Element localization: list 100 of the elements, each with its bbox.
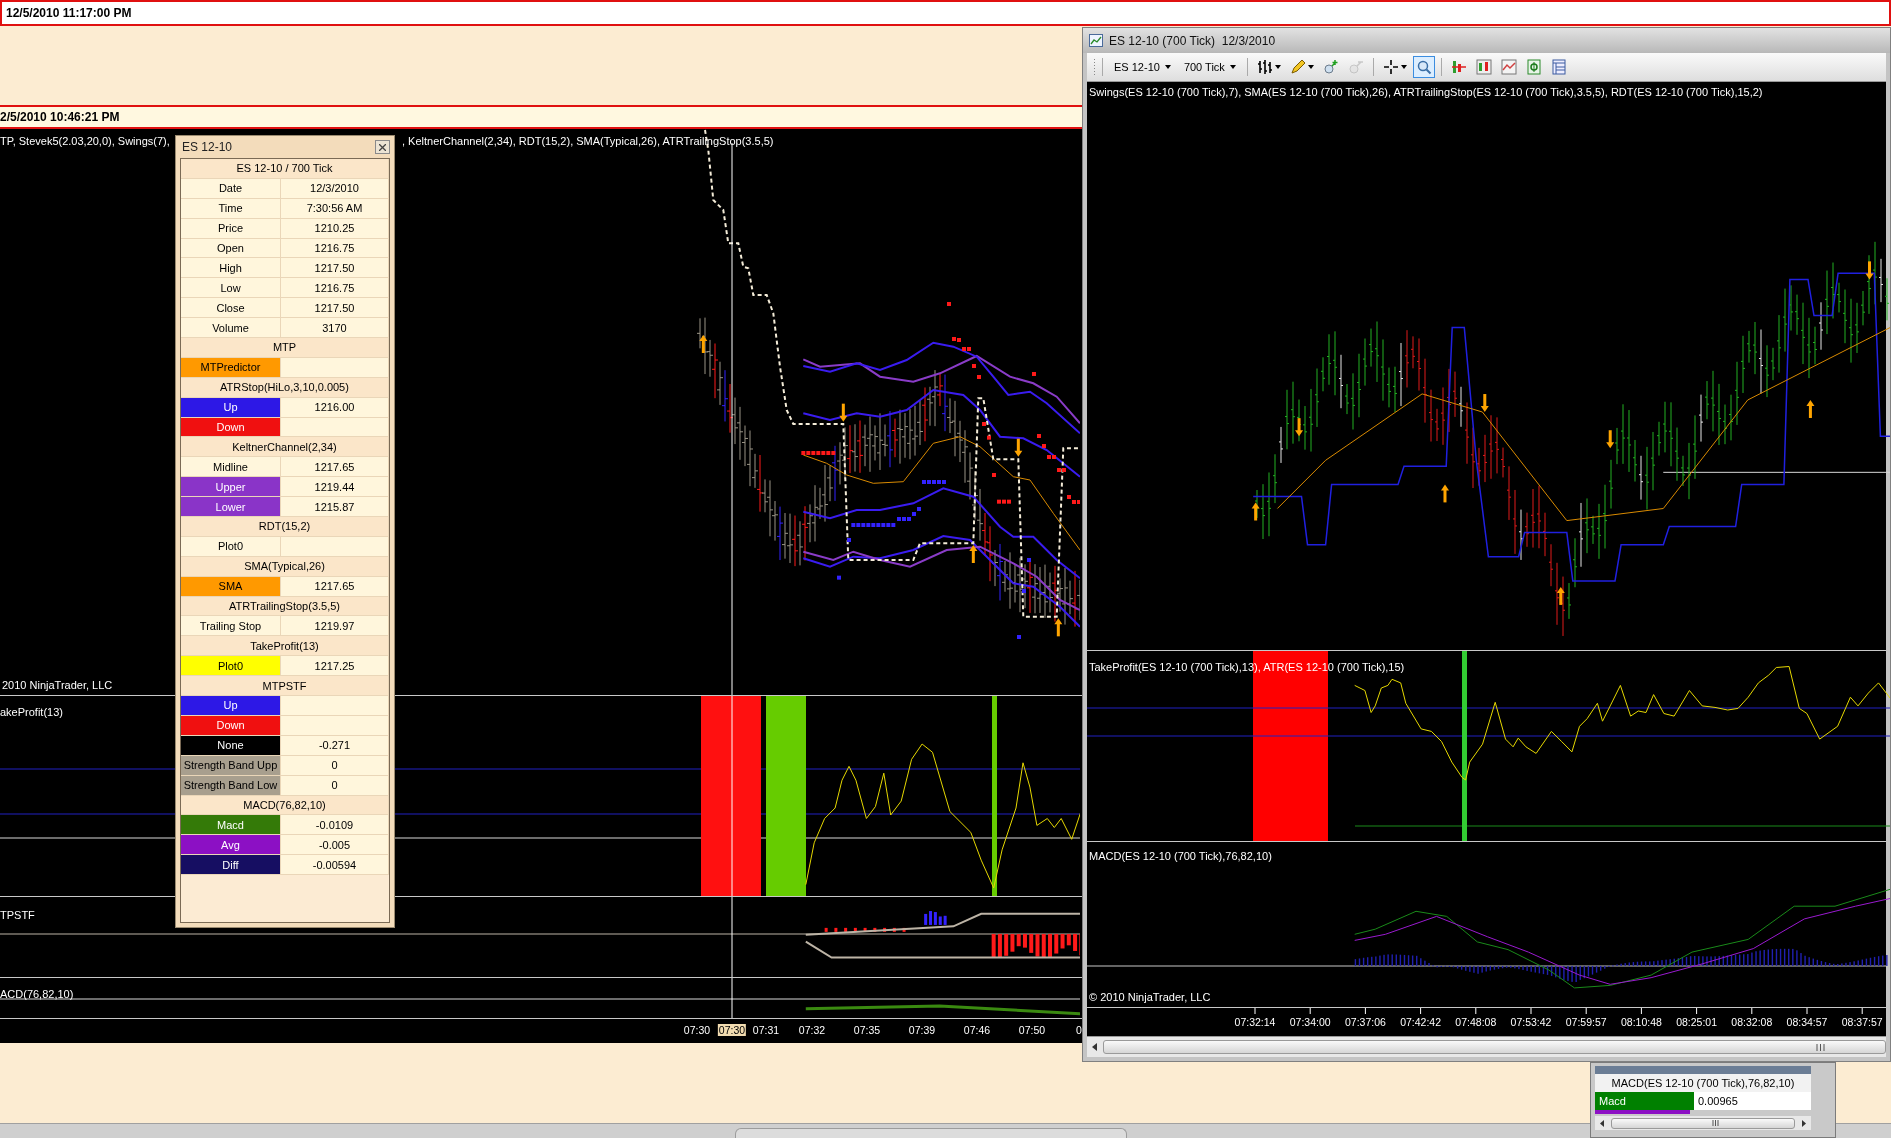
scrollbar-thumb[interactable] [1611, 1117, 1795, 1129]
section-header: ATRTrailingStop(3.5,5) [181, 596, 389, 617]
field-value: 0 [281, 775, 389, 796]
time-axis-label: 07:34:00 [1288, 1016, 1332, 1028]
plot-label: MTPredictor [181, 357, 281, 378]
field-value: 1216.75 [281, 278, 389, 299]
histogram-bar [892, 927, 896, 932]
time-axis-label: 07:50 [1017, 1024, 1047, 1036]
field-label: Open [181, 238, 281, 259]
section-header: KeltnerChannel(2,34) [181, 437, 389, 458]
instrument-dropdown[interactable]: ES 12-10 [1109, 59, 1176, 75]
time-axis-label: 08:25:01 [1675, 1016, 1719, 1028]
zoom-out-icon [1347, 59, 1364, 75]
time-axis-label: 07:46 [962, 1024, 992, 1036]
field-value: 12/3/2010 [281, 178, 389, 199]
plot-label: Upper [181, 477, 281, 498]
down-arrow-marker [839, 403, 848, 422]
down-arrow-marker [1865, 261, 1874, 280]
down-arrow-marker [1606, 430, 1615, 449]
time-axis-label: 07:31 [751, 1024, 781, 1036]
panel-label: akeProfit(13) [0, 706, 63, 718]
close-button[interactable] [375, 140, 390, 154]
plot-label: Plot0 [181, 656, 281, 677]
field-label: Trailing Stop [181, 616, 281, 637]
data-panel-header: MACD(ES 12-10 (700 Tick),76,82,10) [1595, 1074, 1811, 1092]
plot-label: SMA [181, 576, 281, 597]
plot-label: Strength Band Upp [181, 755, 281, 776]
scrollbar-thumb[interactable] [1103, 1040, 1886, 1054]
time-axis-label: 0 [1075, 1024, 1083, 1036]
right-arrow-icon [1802, 1119, 1806, 1127]
time-axis-label: 07:35 [852, 1024, 882, 1036]
window-title: ES 12-10 [182, 140, 233, 154]
time-axis-label: 07:32:14 [1233, 1016, 1277, 1028]
field-label: Date [181, 178, 281, 199]
plot-label: None [181, 735, 281, 756]
field-value: 1219.97 [281, 616, 389, 637]
time-axis-label: 07:39 [907, 1024, 937, 1036]
section-header: MTPSTF [181, 676, 389, 697]
pencil-icon [1289, 59, 1306, 75]
caret-icon [1307, 65, 1314, 69]
indicator-legend: MACD(ES 12-10 (700 Tick),76,82,10) [1089, 850, 1272, 862]
caret-icon [1400, 65, 1407, 69]
time-axis-label: 07:32 [797, 1024, 827, 1036]
time-axis-label: 07:59:57 [1564, 1016, 1608, 1028]
indicator-bars-icon [1450, 59, 1467, 75]
section-header: RDT(15,2) [181, 517, 389, 537]
up-arrow-marker [969, 545, 978, 563]
timestamp-text: 2/5/2010 10:46:21 PM [0, 110, 120, 124]
data-box-header: ES 12-10 / 700 Tick [181, 159, 389, 179]
field-value: -0.271 [281, 735, 389, 756]
panel-label: ACD(76,82,10) [0, 988, 74, 1000]
histogram-bar [834, 927, 838, 932]
chart-icon [1089, 34, 1103, 47]
indicator-legend: , KeltnerChannel(2,34), RDT(15,2), SMA(Typical,26), ATRTrailingStop(3.5,5) [402, 135, 774, 147]
up-arrow-marker [1556, 586, 1565, 605]
plot-label: Up [181, 696, 281, 716]
plot-label: Diff [181, 855, 281, 876]
time-axis-label: 07:48:08 [1454, 1016, 1498, 1028]
histogram-bar [824, 927, 828, 932]
window-title: ES 12-10 (700 Tick) 12/3/2010 [1109, 33, 1276, 48]
time-axis-label: 08:32:08 [1730, 1016, 1774, 1028]
field-label: Time [181, 198, 281, 219]
caret-icon [1229, 65, 1236, 69]
time-axis-label: 08:34:57 [1785, 1016, 1829, 1028]
up-arrow-marker [1251, 502, 1260, 521]
panel-label: TPSTF [0, 909, 35, 921]
plot-label: Up [181, 397, 281, 418]
caret-icon [1274, 65, 1281, 69]
down-arrow-marker [1014, 438, 1023, 457]
histogram-bar [902, 927, 906, 932]
section-header: MACD(76,82,10) [181, 795, 389, 816]
field-value: 0.00965 [1694, 1092, 1811, 1110]
field-value: 3170 [281, 318, 389, 338]
down-arrow-marker [1480, 394, 1489, 413]
search-icon [1415, 59, 1432, 75]
copyright-text: © 2010 NinjaTrader, LLC [1089, 991, 1211, 1003]
histogram-bar [844, 927, 848, 932]
time-axis-label: 07:53:42 [1509, 1016, 1553, 1028]
field-value: 1216.00 [281, 397, 389, 418]
bars-icon [1256, 59, 1273, 75]
up-arrow-marker [699, 335, 708, 353]
field-value: 1219.44 [281, 477, 389, 498]
field-label: Volume [181, 318, 281, 338]
time-axis-label: 07:42:42 [1399, 1016, 1443, 1028]
interval-dropdown[interactable]: 700 Tick [1178, 59, 1241, 75]
plot-label: Macd [1595, 1092, 1694, 1110]
field-value: 1216.75 [281, 238, 389, 259]
plot-label: Down [181, 417, 281, 438]
field-value: -0.005 [281, 835, 389, 856]
up-arrow-marker [1054, 618, 1063, 637]
up-arrow-marker [1441, 484, 1449, 503]
section-header: ATRStop(HiLo,3,10,0.005) [181, 377, 389, 398]
copyright-text: 2010 NinjaTrader, LLC [2, 679, 113, 691]
candlestick-icon [1475, 59, 1492, 75]
time-axis-label: 08:37:57 [1840, 1016, 1884, 1028]
down-arrow-marker [1295, 418, 1304, 437]
section-header: TakeProfit(13) [181, 636, 389, 657]
histogram-bar [863, 927, 867, 932]
time-axis-label: 07:30 [682, 1024, 712, 1036]
field-label: Midline [181, 457, 281, 478]
